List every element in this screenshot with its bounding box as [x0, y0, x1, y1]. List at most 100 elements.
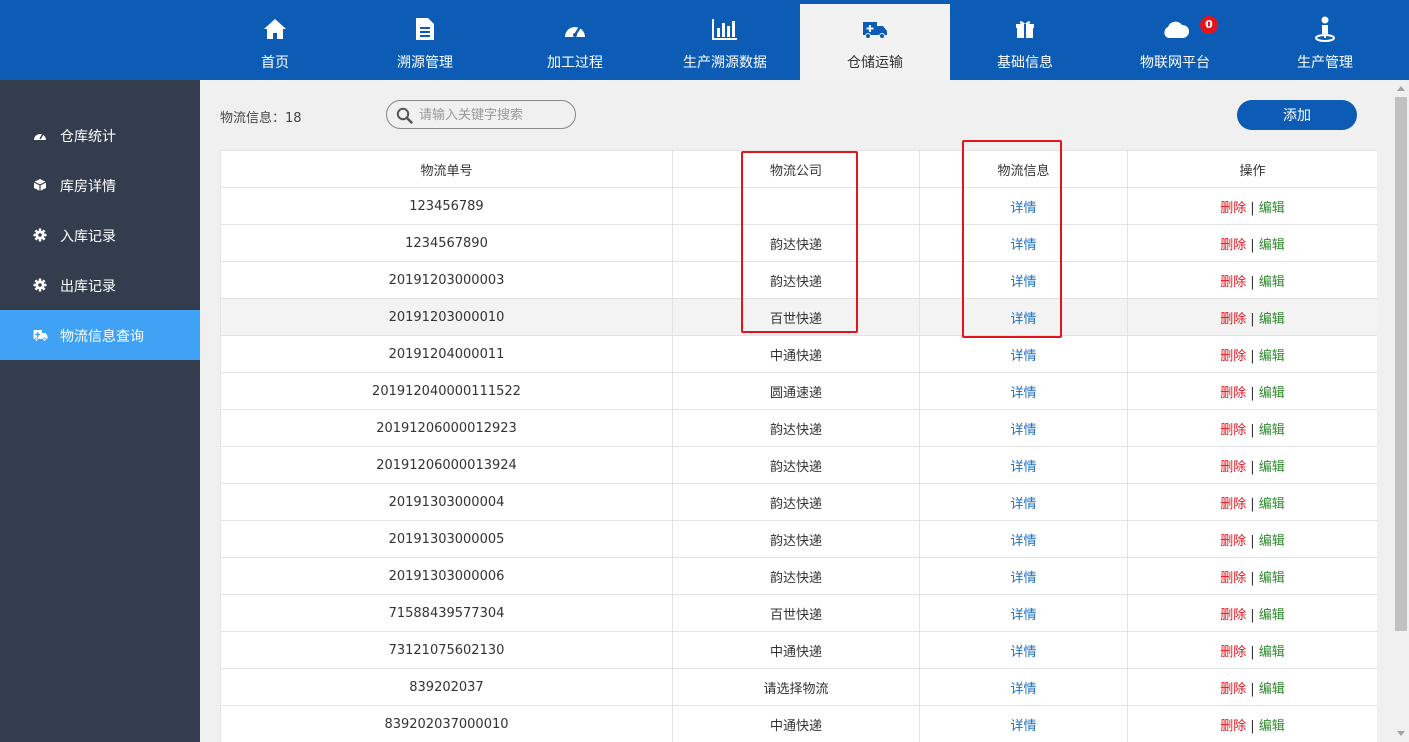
nav-label: 仓储运输	[847, 55, 903, 71]
delete-link[interactable]: 删除	[1220, 608, 1246, 623]
detail-link[interactable]: 详情	[1010, 349, 1036, 364]
logistics-count-label: 物流信息：	[220, 111, 286, 126]
sidebar-item-storeroom-detail[interactable]: 库房详情	[0, 160, 200, 210]
nav-label: 首页	[261, 55, 289, 71]
action-separator: |	[1250, 274, 1255, 290]
detail-link[interactable]: 详情	[1010, 238, 1036, 253]
action-separator: |	[1250, 459, 1255, 475]
actions-cell: 删除 | 编辑	[1127, 446, 1377, 484]
sidebar-item-inbound-records[interactable]: 入库记录	[0, 210, 200, 260]
edit-link[interactable]: 编辑	[1259, 608, 1285, 623]
delete-link[interactable]: 删除	[1220, 386, 1246, 401]
edit-link[interactable]: 编辑	[1259, 238, 1285, 253]
edit-link[interactable]: 编辑	[1259, 719, 1285, 734]
scrollbar[interactable]	[1393, 80, 1409, 742]
actions-cell: 删除 | 编辑	[1127, 483, 1377, 521]
edit-link[interactable]: 编辑	[1259, 460, 1285, 475]
edit-link[interactable]: 编辑	[1259, 497, 1285, 512]
scroll-down-arrow-icon[interactable]	[1397, 731, 1405, 736]
edit-link[interactable]: 编辑	[1259, 386, 1285, 401]
logistics-info-cell: 详情	[919, 557, 1128, 595]
logistics-info-cell: 详情	[919, 631, 1128, 669]
sidebar-item-warehouse-stats[interactable]: 仓库统计	[0, 110, 200, 160]
actions-cell: 删除 | 编辑	[1127, 668, 1377, 706]
edit-link[interactable]: 编辑	[1259, 571, 1285, 586]
actions-cell: 删除 | 编辑	[1127, 557, 1377, 595]
sidebar-item-label: 仓库统计	[60, 129, 116, 145]
delete-link[interactable]: 删除	[1220, 719, 1246, 734]
detail-link[interactable]: 详情	[1010, 497, 1036, 512]
nav-label: 物联网平台	[1140, 55, 1210, 71]
sidebar-item-logistics-query[interactable]: 物流信息查询	[0, 310, 200, 360]
detail-link[interactable]: 详情	[1010, 423, 1036, 438]
document-icon	[350, 16, 500, 42]
detail-link[interactable]: 详情	[1010, 719, 1036, 734]
table-row: 73121075602130 中通快递 详情 删除 | 编辑	[220, 631, 1377, 669]
nav-item-storage-transport[interactable]: 仓储运输	[800, 4, 950, 80]
delete-link[interactable]: 删除	[1220, 645, 1246, 660]
delete-link[interactable]: 删除	[1220, 423, 1246, 438]
detail-link[interactable]: 详情	[1010, 682, 1036, 697]
nav-item-trace-manage[interactable]: 溯源管理	[350, 0, 500, 80]
company-cell: 中通快递	[672, 335, 920, 373]
scroll-thumb[interactable]	[1395, 97, 1407, 631]
nav-item-production-manage[interactable]: 生产管理	[1250, 0, 1400, 80]
edit-link[interactable]: 编辑	[1259, 275, 1285, 290]
detail-link[interactable]: 详情	[1010, 645, 1036, 660]
action-separator: |	[1250, 496, 1255, 512]
tracking-number-cell: 71588439577304	[220, 594, 673, 632]
delete-link[interactable]: 删除	[1220, 571, 1246, 586]
nav-item-production-trace-data[interactable]: 生产溯源数据	[650, 0, 800, 80]
actions-cell: 删除 | 编辑	[1127, 187, 1377, 225]
delete-link[interactable]: 删除	[1220, 201, 1246, 216]
tracking-number-cell: 20191203000003	[220, 261, 673, 299]
detail-link[interactable]: 详情	[1010, 201, 1036, 216]
logistics-info-cell: 详情	[919, 224, 1128, 262]
edit-link[interactable]: 编辑	[1259, 682, 1285, 697]
actions-cell: 删除 | 编辑	[1127, 409, 1377, 447]
detail-link[interactable]: 详情	[1010, 460, 1036, 475]
delete-link[interactable]: 删除	[1220, 534, 1246, 549]
nav-item-basic-info[interactable]: 基础信息	[950, 0, 1100, 80]
detail-link[interactable]: 详情	[1010, 534, 1036, 549]
gift-icon	[950, 16, 1100, 42]
delete-link[interactable]: 删除	[1220, 349, 1246, 364]
delete-link[interactable]: 删除	[1220, 682, 1246, 697]
edit-link[interactable]: 编辑	[1259, 645, 1285, 660]
tracking-number-cell: 123456789	[220, 187, 673, 225]
actions-cell: 删除 | 编辑	[1127, 594, 1377, 632]
logistics-info-cell: 详情	[919, 372, 1128, 410]
delete-link[interactable]: 删除	[1220, 312, 1246, 327]
delete-link[interactable]: 删除	[1220, 497, 1246, 512]
tracking-number-cell: 20191206000013924	[220, 446, 673, 484]
delete-link[interactable]: 删除	[1220, 460, 1246, 475]
edit-link[interactable]: 编辑	[1259, 201, 1285, 216]
company-cell: 圆通速递	[672, 372, 920, 410]
sidebar-item-outbound-records[interactable]: 出库记录	[0, 260, 200, 310]
add-button[interactable]: 添加	[1237, 100, 1357, 130]
edit-link[interactable]: 编辑	[1259, 349, 1285, 364]
search-input[interactable]	[419, 106, 569, 124]
table-row: 201912040000111522 圆通速递 详情 删除 | 编辑	[220, 372, 1377, 410]
delete-link[interactable]: 删除	[1220, 238, 1246, 253]
tracking-number-cell: 201912040000111522	[220, 372, 673, 410]
detail-link[interactable]: 详情	[1010, 386, 1036, 401]
detail-link[interactable]: 详情	[1010, 312, 1036, 327]
company-cell: 中通快递	[672, 705, 920, 742]
scroll-up-arrow-icon[interactable]	[1397, 86, 1405, 91]
detail-link[interactable]: 详情	[1010, 608, 1036, 623]
table-header-row: 物流单号 物流公司 物流信息 操作	[220, 150, 1377, 188]
edit-link[interactable]: 编辑	[1259, 534, 1285, 549]
company-cell: 韵达快递	[672, 520, 920, 558]
nav-item-iot-platform[interactable]: 物联网平台	[1100, 0, 1250, 80]
tracking-number-cell: 20191303000005	[220, 520, 673, 558]
edit-link[interactable]: 编辑	[1259, 312, 1285, 327]
nav-item-processing[interactable]: 加工过程	[500, 0, 650, 80]
box-icon	[33, 178, 47, 192]
search-icon[interactable]	[396, 107, 413, 128]
detail-link[interactable]: 详情	[1010, 275, 1036, 290]
nav-item-home[interactable]: 首页	[200, 0, 350, 80]
edit-link[interactable]: 编辑	[1259, 423, 1285, 438]
delete-link[interactable]: 删除	[1220, 275, 1246, 290]
detail-link[interactable]: 详情	[1010, 571, 1036, 586]
